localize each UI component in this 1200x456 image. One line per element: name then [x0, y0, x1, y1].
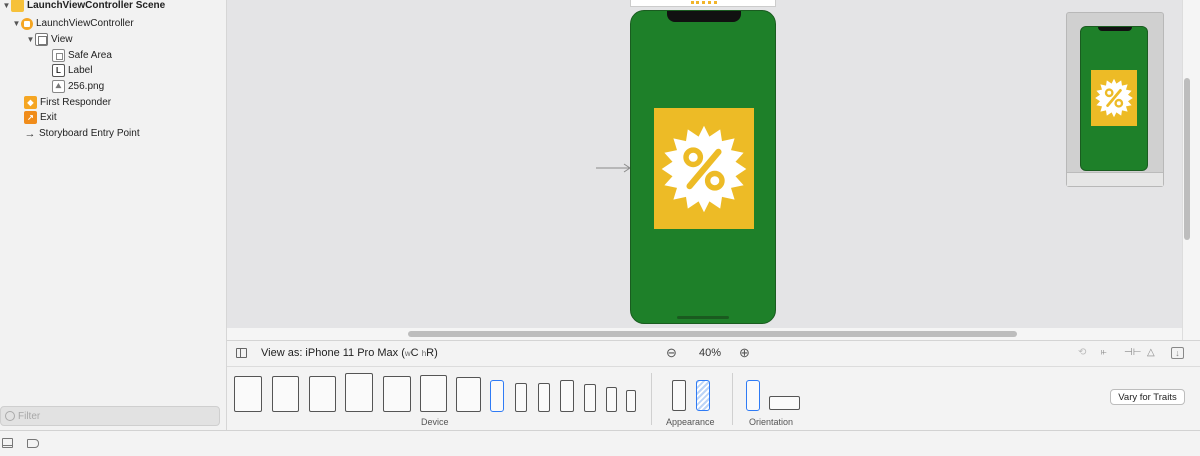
orientation-portrait-icon[interactable]: [746, 380, 760, 411]
filter-placeholder: Filter: [18, 410, 41, 422]
width-class-value: C: [410, 347, 419, 359]
vertical-scrollbar[interactable]: [1184, 78, 1190, 240]
device-iphone-11-pro-max-icon[interactable]: [490, 380, 504, 412]
device-chooser: Device Appearance Orientation Vary for T…: [227, 366, 1200, 430]
device-group-label: Device: [421, 417, 449, 427]
disclosure-triangle-icon[interactable]: ▼: [12, 19, 21, 28]
view-as-label[interactable]: View as: iPhone 11 Pro Max (wC hR): [261, 347, 438, 359]
outline-row-scene[interactable]: ▼ LaunchViewController Scene: [2, 0, 165, 13]
minimap-promo-image: [1091, 70, 1137, 126]
view-icon: [35, 33, 48, 46]
view-as-suffix: ): [434, 347, 438, 359]
phone-notch: [667, 11, 741, 22]
outline-row-label: LaunchViewController Scene: [27, 0, 166, 11]
discount-badge-icon: [1095, 78, 1133, 118]
exit-icon: ↗: [24, 111, 37, 124]
outline-row-label-item[interactable]: L Label: [52, 63, 92, 78]
tag-icon[interactable]: [27, 439, 39, 448]
zoom-level: 40%: [699, 347, 722, 359]
scene-icon: [11, 0, 24, 12]
divider: [732, 373, 733, 425]
device-ipad-pro-12-icon[interactable]: [234, 376, 262, 412]
outline-row-label: Exit: [40, 112, 57, 123]
outline-row-safe-area[interactable]: Safe Area: [52, 48, 112, 63]
orientation-group-label: Orientation: [749, 417, 794, 427]
disclosure-triangle-icon[interactable]: ▼: [2, 1, 11, 10]
outline-row-first-responder[interactable]: ◆ First Responder: [24, 95, 111, 110]
device-iphone-se-icon[interactable]: [606, 387, 617, 412]
outline-row-view[interactable]: ▼ View: [26, 32, 73, 47]
first-responder-icon: ◆: [24, 96, 37, 109]
entry-point-arrow-icon: →: [24, 127, 36, 140]
zoom-out-icon[interactable]: ⊖: [666, 345, 677, 361]
resolve-issues-icon[interactable]: △: [1147, 347, 1160, 359]
vary-for-traits-button[interactable]: Vary for Traits: [1110, 389, 1185, 405]
appearance-light-icon[interactable]: [672, 380, 686, 411]
outline-row-view-controller[interactable]: ▼ LaunchViewController: [12, 16, 134, 31]
launch-screen-phone-frame[interactable]: [630, 10, 776, 324]
outline-row-label: Storyboard Entry Point: [39, 128, 140, 139]
outline-row-label: LaunchViewController: [36, 18, 134, 29]
document-outline-panel: ▼ LaunchViewController Scene ▼ LaunchVie…: [0, 0, 227, 430]
bottom-bar: [0, 430, 1200, 456]
outline-filter-field[interactable]: Filter: [0, 406, 220, 426]
disclosure-triangle-icon[interactable]: ▼: [26, 35, 35, 44]
home-indicator: [677, 316, 729, 319]
outline-row-image[interactable]: ⛰ 256.png: [52, 79, 104, 94]
view-as-prefix: View as: iPhone 11 Pro Max (: [261, 347, 405, 359]
align-icon[interactable]: ⫦: [1101, 347, 1114, 359]
outline-row-label: Safe Area: [68, 50, 112, 61]
device-configuration-bar: View as: iPhone 11 Pro Max (wC hR) ⊖ 40%…: [227, 340, 1200, 366]
device-iphone-4s-icon[interactable]: [626, 390, 636, 412]
outline-row-label: Label: [68, 65, 93, 76]
filter-icon: [5, 411, 15, 421]
device-ipad-9-icon[interactable]: [383, 376, 411, 412]
device-iphone-8-icon[interactable]: [584, 384, 596, 412]
device-ipad-10-icon[interactable]: [345, 373, 373, 412]
appearance-dark-icon[interactable]: [696, 380, 710, 411]
outline-row-label: 256.png: [68, 81, 105, 92]
hide-outline-icon[interactable]: [2, 438, 13, 448]
outline-row-exit[interactable]: ↗ Exit: [24, 110, 57, 125]
outline-row-label: First Responder: [40, 97, 112, 108]
orientation-landscape-icon[interactable]: [769, 396, 800, 410]
device-ipad-air-icon[interactable]: [309, 376, 336, 412]
label-icon: L: [52, 64, 65, 77]
scene-dock-bar[interactable]: [630, 0, 776, 7]
discount-badge-icon: [661, 125, 747, 212]
image-icon: ⛰: [52, 80, 65, 93]
device-iphone-8-plus-icon[interactable]: [560, 380, 574, 412]
storyboard-entry-arrow-icon[interactable]: [596, 163, 632, 173]
embed-in-icon[interactable]: ↓: [1171, 347, 1184, 359]
outline-row-label: View: [51, 34, 73, 45]
divider: [651, 373, 652, 425]
device-iphone-11-icon[interactable]: [538, 383, 550, 412]
scene-dock-icons: [691, 0, 717, 4]
minimap-notch: [1098, 27, 1132, 31]
device-ipad-icon[interactable]: [456, 377, 481, 412]
appearance-group-label: Appearance: [666, 417, 715, 427]
horizontal-scrollbar[interactable]: [408, 331, 1017, 337]
toggle-outline-icon[interactable]: [236, 348, 247, 358]
device-ipad-mini-icon[interactable]: [420, 375, 447, 412]
view-controller-icon: [21, 17, 33, 30]
zoom-in-icon[interactable]: ⊕: [739, 345, 750, 361]
outline-row-entry-point[interactable]: → Storyboard Entry Point: [24, 126, 140, 141]
safe-area-icon: [52, 49, 65, 62]
minimap-phone[interactable]: [1080, 26, 1148, 171]
promo-image-256png[interactable]: [654, 108, 754, 229]
height-class-value: R: [426, 347, 435, 359]
device-ipad-pro-11-icon[interactable]: [272, 376, 299, 412]
device-iphone-11-pro-icon[interactable]: [515, 383, 527, 412]
add-constraints-icon[interactable]: ⊣⊢: [1124, 347, 1141, 359]
minimap-band: [1067, 172, 1163, 186]
update-frames-icon[interactable]: ⟲: [1078, 347, 1091, 359]
